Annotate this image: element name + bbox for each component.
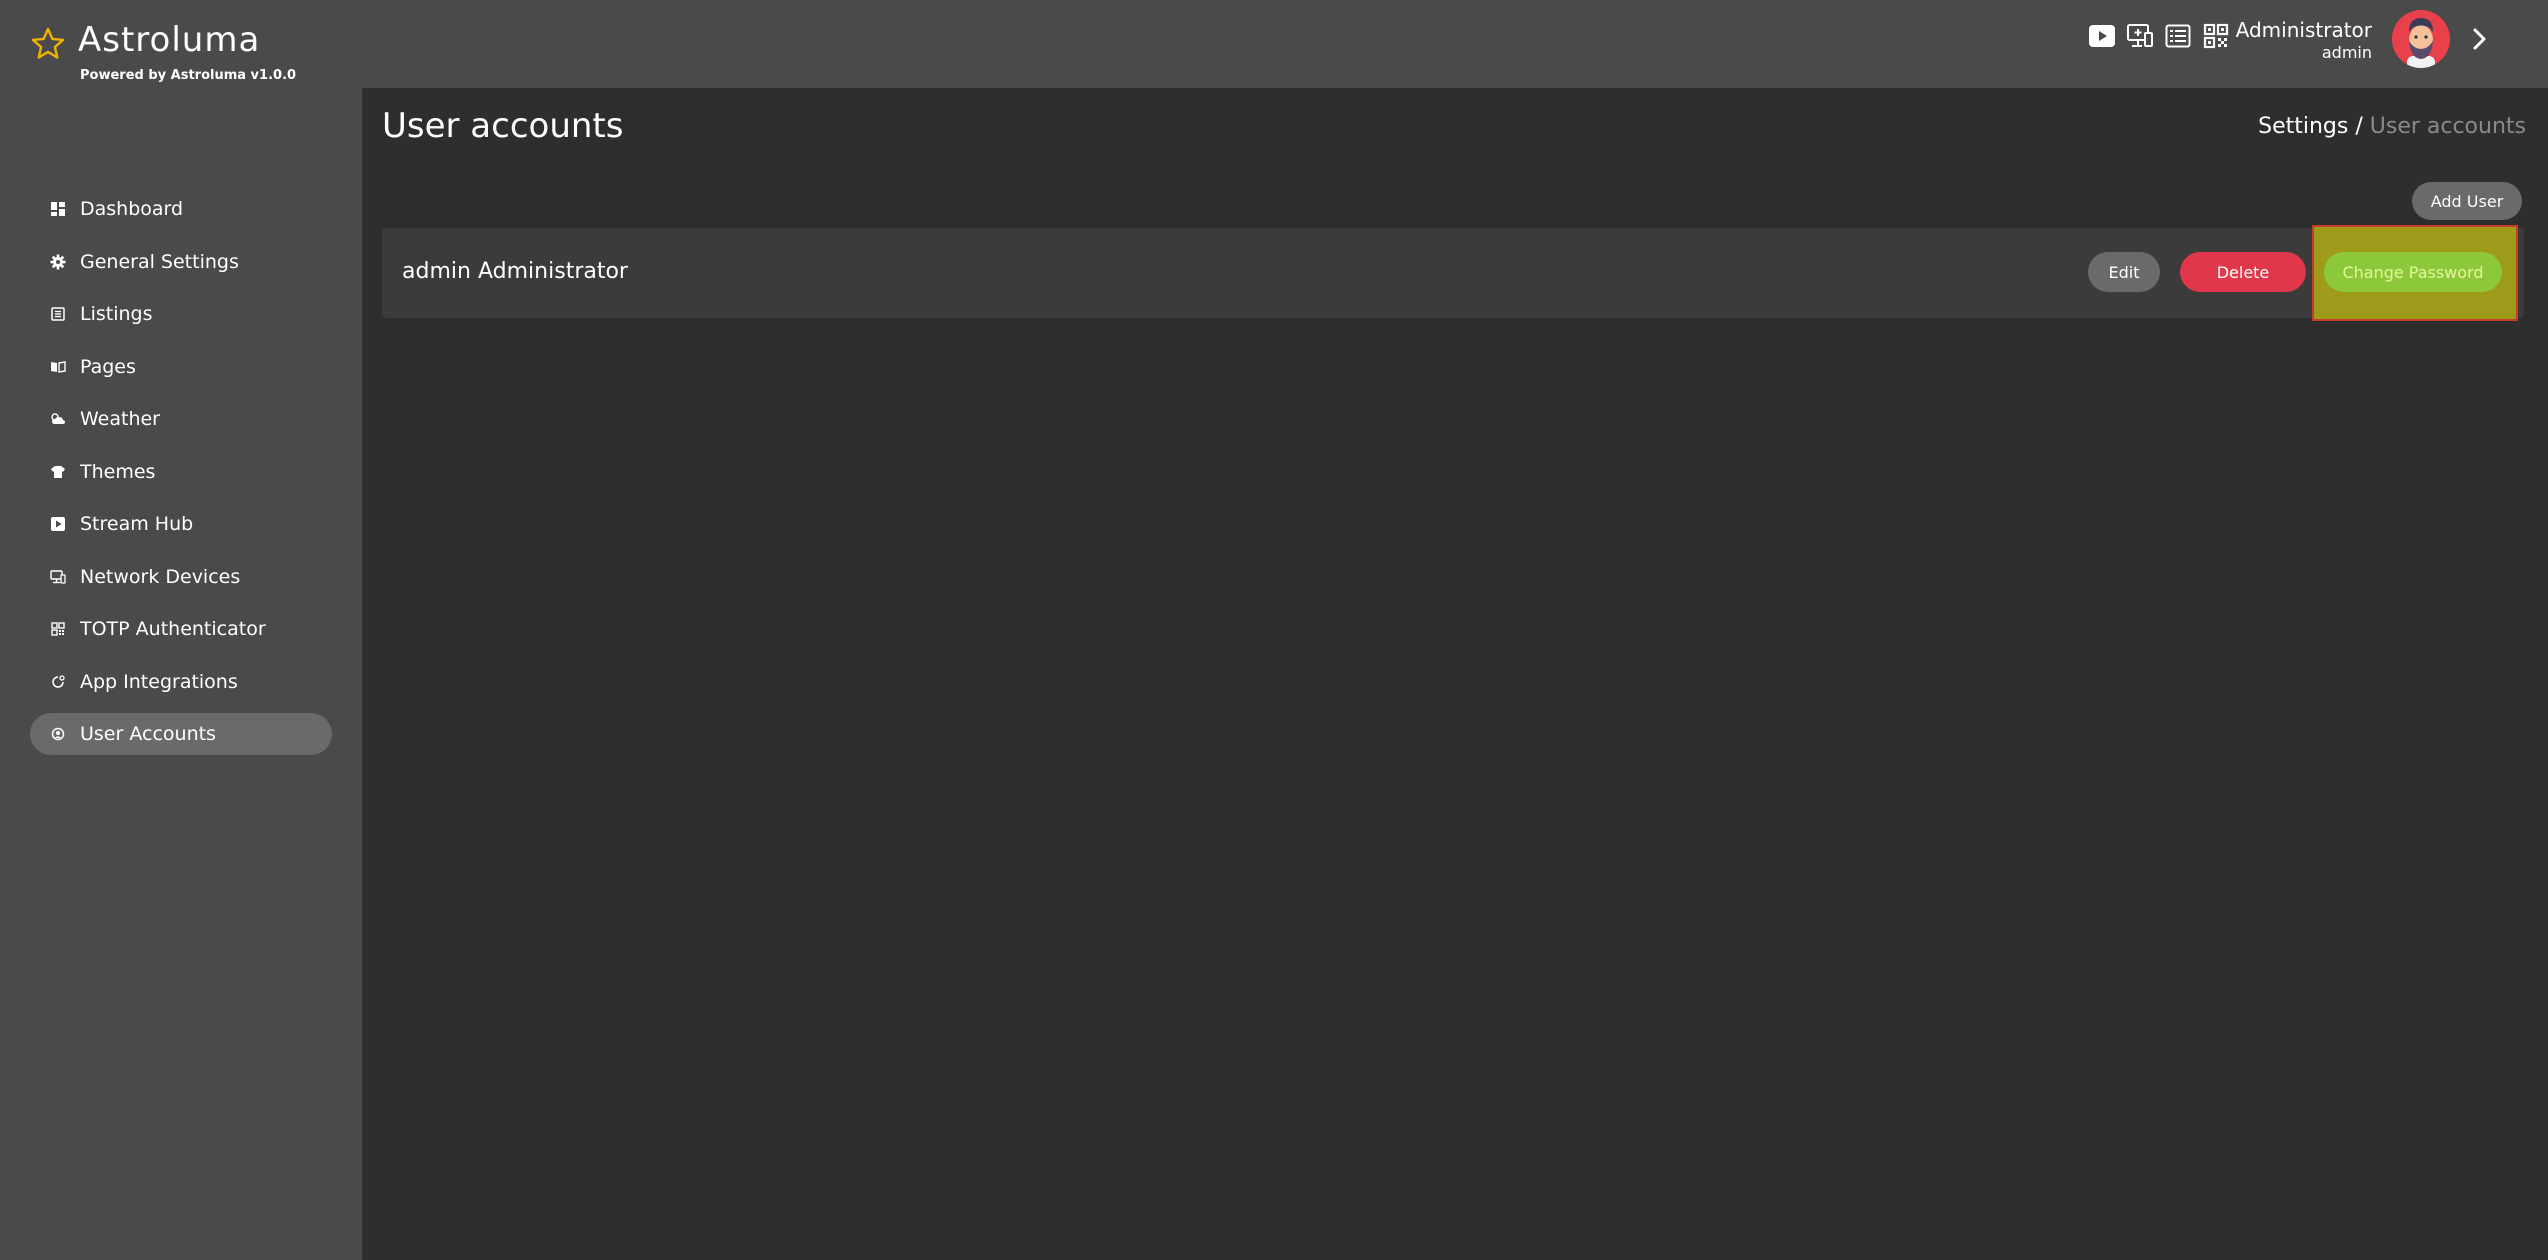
user-info: Administrator admin [2236,18,2372,64]
sidebar-item-stream-hub[interactable]: Stream Hub [30,503,332,545]
sidebar-item-label: Stream Hub [80,513,194,535]
stream-hub-icon[interactable] [2088,22,2116,50]
listings-icon [50,306,66,322]
user-row-name: Administrator [478,259,628,284]
sidebar-item-listings[interactable]: Listings [30,293,332,335]
edit-user-button[interactable]: Edit [2088,252,2160,292]
sidebar-item-label: Themes [80,460,156,483]
qr-code-icon[interactable] [2202,22,2230,50]
powered-by: Powered by Astroluma v1.0.0 [80,68,297,83]
sidebar-item-label: Weather [80,408,160,430]
sidebar-item-general-settings[interactable]: General Settings [30,241,332,283]
sidebar-item-themes[interactable]: Themes [30,451,332,493]
sidebar-item-label: Listings [80,303,153,325]
breadcrumb-current: User accounts [2369,114,2526,139]
sidebar-item-label: Dashboard [80,198,184,220]
sidebar-item-label: TOTP Authenticator [80,618,266,640]
weather-icon [50,411,66,427]
listings-icon[interactable] [2164,22,2192,50]
shirt-icon [50,464,66,480]
user-icon [50,726,66,742]
header-quick-links [2088,22,2230,50]
delete-user-button[interactable]: Delete [2180,252,2306,292]
sidebar-item-label: App Integrations [80,670,238,693]
user-login: admin [2321,43,2372,62]
sidebar-item-weather[interactable]: Weather [30,398,332,440]
sidebar-item-totp-authenticator[interactable]: TOTP Authenticator [30,608,332,650]
network-devices-icon[interactable] [2126,22,2154,50]
star-logo-icon [31,27,65,59]
qr-code-icon [50,621,66,637]
avatar[interactable] [2392,10,2450,68]
gear-icon [50,254,66,270]
sidebar-item-label: Network Devices [80,565,241,588]
sidebar-item-label: Pages [80,355,136,378]
sidebar: Dashboard General Settings Listings Page… [0,88,362,1260]
sidebar-item-label: General Settings [80,250,239,273]
sidebar-item-app-integrations[interactable]: App Integrations [30,661,332,703]
network-devices-icon [50,569,66,585]
sidebar-item-dashboard[interactable]: Dashboard [30,188,332,230]
user-row-login: admin [402,259,471,284]
integration-icon [50,674,66,690]
breadcrumb: Settings / User accounts [2258,114,2526,139]
app-name: Astroluma [78,20,261,60]
top-bar: Astroluma Powered by Astroluma v1.0.0 Ad… [0,0,2548,88]
main-content: User accounts Settings / User accounts A… [362,88,2548,1260]
user-row: admin Administrator Edit Delete [382,228,2524,318]
sidebar-item-user-accounts[interactable]: User Accounts [30,713,332,755]
sidebar-item-network-devices[interactable]: Network Devices [30,556,332,598]
dashboard-icon [50,201,66,217]
user-display-name: Administrator [2235,18,2372,42]
breadcrumb-settings-link[interactable]: Settings / [2258,114,2363,139]
sidebar-nav: Dashboard General Settings Listings Page… [30,188,332,766]
page-title: User accounts [382,106,624,146]
chevron-right-icon[interactable] [2468,24,2492,54]
change-password-button[interactable]: Change Password [2324,252,2502,292]
add-user-button[interactable]: Add User [2412,182,2522,220]
play-icon [50,516,66,532]
sidebar-item-pages[interactable]: Pages [30,346,332,388]
sidebar-item-label: User Accounts [80,723,216,745]
pages-icon [50,359,66,375]
